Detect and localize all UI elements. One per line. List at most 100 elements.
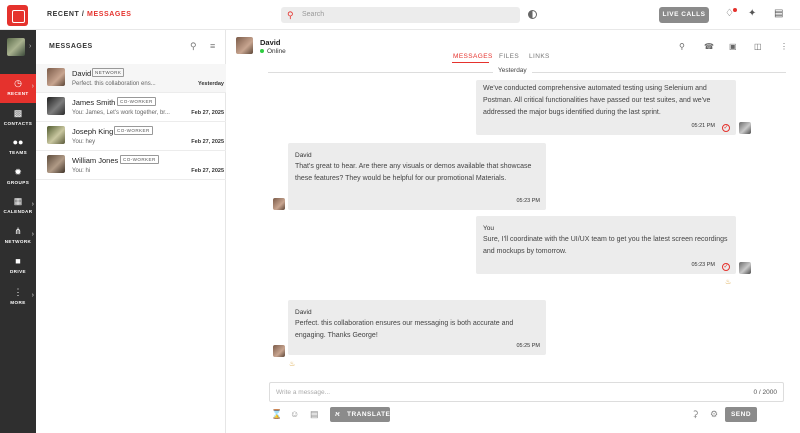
clock-icon: ◷ <box>14 78 22 88</box>
app-logo[interactable] <box>7 5 28 26</box>
contact-tag: CO-WORKER <box>117 97 156 106</box>
list-item[interactable]: William Jones CO-WORKER You: hi Feb 27, … <box>36 151 226 180</box>
avatar <box>273 345 285 357</box>
reaction-emoji-icon[interactable]: ♨ <box>725 278 731 286</box>
rail-item-calendar[interactable]: ▦ CALENDAR › <box>0 192 36 221</box>
list-item[interactable]: David NETWORK Perfect. this collaboratio… <box>36 64 226 93</box>
conversation-list-header: MESSAGES ⚲ ≡ <box>36 30 226 64</box>
read-check-icon: ✓ <box>722 124 730 132</box>
emoji-icon[interactable]: ☺ <box>290 409 299 419</box>
breadcrumb-root[interactable]: RECENT <box>47 11 79 18</box>
chevron-right-icon: › <box>31 83 34 90</box>
message-text: We've conducted comprehensive automated … <box>483 85 711 116</box>
message-time: 05:25 PM <box>516 343 540 349</box>
gif-icon[interactable]: ▤ <box>310 409 319 419</box>
rail-item-teams[interactable]: ●● TEAMS <box>0 133 36 162</box>
search-icon: ⚲ <box>287 10 294 20</box>
avatar <box>273 198 285 210</box>
groups-icon: ✹ <box>14 167 22 177</box>
message-input[interactable]: Write a message... 0 / 2000 <box>269 382 784 402</box>
contact-tag: CO-WORKER <box>114 126 153 135</box>
top-bar: RECENT / MESSAGES ⚲ Search LIVE CALLS ♢ … <box>0 0 800 30</box>
message-bubble-outgoing: You Sure, I'll coordinate with the UI/UX… <box>476 216 736 274</box>
theme-toggle-icon[interactable] <box>528 10 537 19</box>
rail-item-more[interactable]: ⋮ MORE › <box>0 283 36 312</box>
message-list: We've conducted comprehensive automated … <box>226 74 800 411</box>
chat-header: David Online MESSAGES FILES LINKS ⚲ ☎ ▣ … <box>226 30 800 63</box>
more-vertical-icon[interactable]: ⋮ <box>780 42 788 51</box>
message-bubble-incoming: David That's great to hear. Are there an… <box>288 143 546 210</box>
conversation-list-title: MESSAGES <box>49 43 93 50</box>
screen-share-icon[interactable]: ◫ <box>754 42 762 51</box>
message-time: 05:23 PM <box>516 198 540 204</box>
rail-item-network[interactable]: ⋔ NETWORK › <box>0 222 36 251</box>
contact-tag: CO-WORKER <box>120 155 159 164</box>
translate-button[interactable]: א TRANSLATE <box>330 407 390 422</box>
tab-messages[interactable]: MESSAGES <box>453 53 493 60</box>
send-button[interactable]: SEND <box>725 407 757 422</box>
contact-tag: NETWORK <box>92 68 125 77</box>
settings-icon[interactable]: ⚙ <box>710 409 718 419</box>
avatar[interactable] <box>236 37 253 54</box>
notification-dot <box>733 8 737 12</box>
message-text: Sure, I'll coordinate with the UI/UX tea… <box>483 236 728 255</box>
chat-pane: David Online MESSAGES FILES LINKS ⚲ ☎ ▣ … <box>226 30 800 433</box>
translate-icon: א <box>335 411 341 418</box>
breadcrumb-current: MESSAGES <box>87 11 132 18</box>
message-input-placeholder: Write a message... <box>276 389 331 396</box>
message-bubble-incoming: David Perfect. this collaboration ensure… <box>288 300 546 355</box>
live-calls-button[interactable]: LIVE CALLS <box>659 7 709 23</box>
rail-item-recent[interactable]: ◷ RECENT › <box>0 74 36 103</box>
chevron-right-icon: › <box>31 292 34 299</box>
team-icon: ●● <box>12 137 24 147</box>
read-check-icon: ✓ <box>722 263 730 271</box>
conversation-list: MESSAGES ⚲ ≡ David NETWORK Perfect. this… <box>36 30 226 433</box>
rail-item-contacts[interactable]: ▩ CONTACTS <box>0 104 36 133</box>
rail-item-groups[interactable]: ✹ GROUPS <box>0 163 36 192</box>
tab-links[interactable]: LINKS <box>529 53 550 60</box>
message-bubble-outgoing: We've conducted comprehensive automated … <box>476 80 736 135</box>
left-rail: › ◷ RECENT › ▩ CONTACTS ●● TEAMS ✹ GROUP… <box>0 30 36 433</box>
avatar[interactable] <box>7 38 25 56</box>
reaction-emoji-icon[interactable]: ♨ <box>289 360 295 368</box>
rail-item-drive[interactable]: ■ DRIVE <box>0 252 36 281</box>
avatar <box>47 97 65 115</box>
attachment-icon[interactable]: ⌛ <box>271 409 282 419</box>
message-text: Perfect. this collaboration ensures our … <box>295 320 514 339</box>
breadcrumb: RECENT / MESSAGES <box>47 11 132 18</box>
list-item[interactable]: James Smith CO-WORKER You: James, Let's … <box>36 93 226 122</box>
message-time: 05:21 PM <box>691 123 715 129</box>
active-tab-indicator <box>452 62 489 63</box>
drive-icon: ■ <box>15 256 21 266</box>
search-icon[interactable]: ⚲ <box>679 42 685 51</box>
contact-name: David <box>260 38 281 47</box>
avatar <box>47 126 65 144</box>
microphone-icon[interactable]: ⚳ <box>692 409 699 419</box>
chat-bubble-icon[interactable]: ▤ <box>774 8 783 20</box>
char-counter: 0 / 2000 <box>753 389 778 396</box>
chevron-right-icon: › <box>31 201 34 208</box>
search-placeholder: Search <box>302 11 325 18</box>
search-input[interactable]: ⚲ Search <box>281 7 520 23</box>
chevron-right-icon: › <box>31 231 34 238</box>
calendar-icon: ▦ <box>13 196 23 206</box>
chevron-right-icon[interactable]: › <box>29 43 31 50</box>
list-item[interactable]: Joseph King CO-WORKER You: hey Feb 27, 2… <box>36 122 226 151</box>
contact-card-icon: ▩ <box>13 108 23 118</box>
avatar <box>47 155 65 173</box>
pin-icon[interactable]: ✦ <box>748 8 756 20</box>
avatar <box>739 262 751 274</box>
presence-status: Online <box>260 48 286 55</box>
online-dot <box>260 49 264 53</box>
sort-icon[interactable]: ≡ <box>210 41 215 51</box>
message-time: 05:23 PM <box>691 262 715 268</box>
message-text: That's great to hear. Are there any visu… <box>295 163 532 182</box>
phone-icon[interactable]: ☎ <box>704 42 714 51</box>
avatar <box>739 122 751 134</box>
search-icon[interactable]: ⚲ <box>190 41 197 52</box>
tab-files[interactable]: FILES <box>499 53 519 60</box>
avatar <box>47 68 65 86</box>
video-icon[interactable]: ▣ <box>729 42 737 51</box>
network-icon: ⋔ <box>14 226 22 236</box>
more-icon: ⋮ <box>13 287 23 297</box>
